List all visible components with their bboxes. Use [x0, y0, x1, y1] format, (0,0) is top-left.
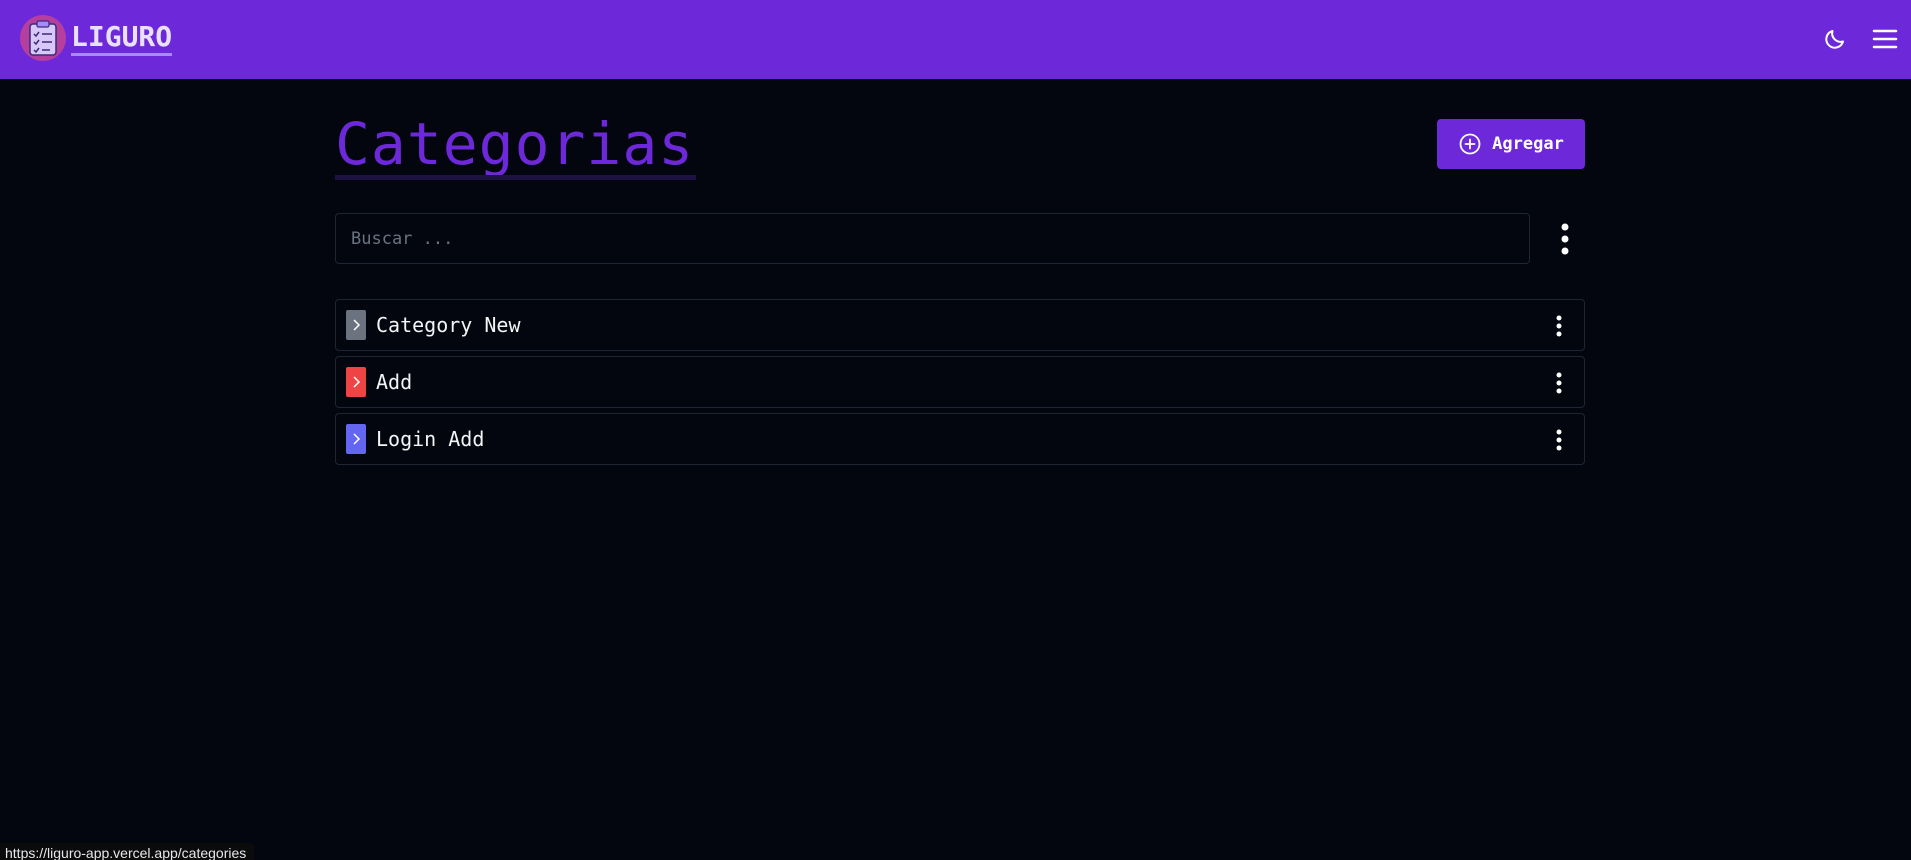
chevron-right-icon[interactable]: [346, 367, 366, 397]
category-name: Login Add: [376, 427, 485, 451]
link-status-bar: https://liguro-app.vercel.app/categories: [0, 843, 255, 860]
top-navbar: LIGURO: [0, 0, 1911, 79]
chevron-right-icon[interactable]: [346, 310, 366, 340]
add-button-label: Agregar: [1492, 134, 1564, 154]
category-name: Category New: [376, 313, 521, 337]
title-underline: [335, 175, 696, 180]
brand-link[interactable]: LIGURO: [20, 15, 173, 61]
moon-icon: [1825, 30, 1844, 49]
category-row[interactable]: Add: [335, 356, 1585, 408]
kebab-menu-icon: [1561, 223, 1569, 255]
clipboard-checklist-icon: [20, 15, 66, 61]
kebab-menu-icon: [1556, 315, 1562, 337]
chevron-right-icon[interactable]: [346, 424, 366, 454]
page-title: Categorias: [335, 110, 695, 178]
category-name: Add: [376, 370, 413, 394]
plus-circle-icon: [1459, 133, 1481, 155]
theme-toggle-button[interactable]: [1820, 24, 1850, 54]
category-row[interactable]: Category New: [335, 299, 1585, 351]
search-input[interactable]: [335, 213, 1530, 264]
category-options-button[interactable]: [1549, 369, 1569, 397]
category-row[interactable]: Login Add: [335, 413, 1585, 465]
category-list: Category New Add Login Add: [335, 299, 1585, 470]
category-options-button[interactable]: [1549, 426, 1569, 454]
kebab-menu-icon: [1556, 372, 1562, 394]
hamburger-icon: [1872, 29, 1898, 49]
category-options-button[interactable]: [1549, 312, 1569, 340]
menu-button[interactable]: [1870, 24, 1900, 54]
add-category-button[interactable]: Agregar: [1437, 119, 1585, 169]
kebab-menu-icon: [1556, 429, 1562, 451]
search-options-button[interactable]: [1550, 218, 1580, 260]
brand-name: LIGURO: [71, 20, 173, 56]
